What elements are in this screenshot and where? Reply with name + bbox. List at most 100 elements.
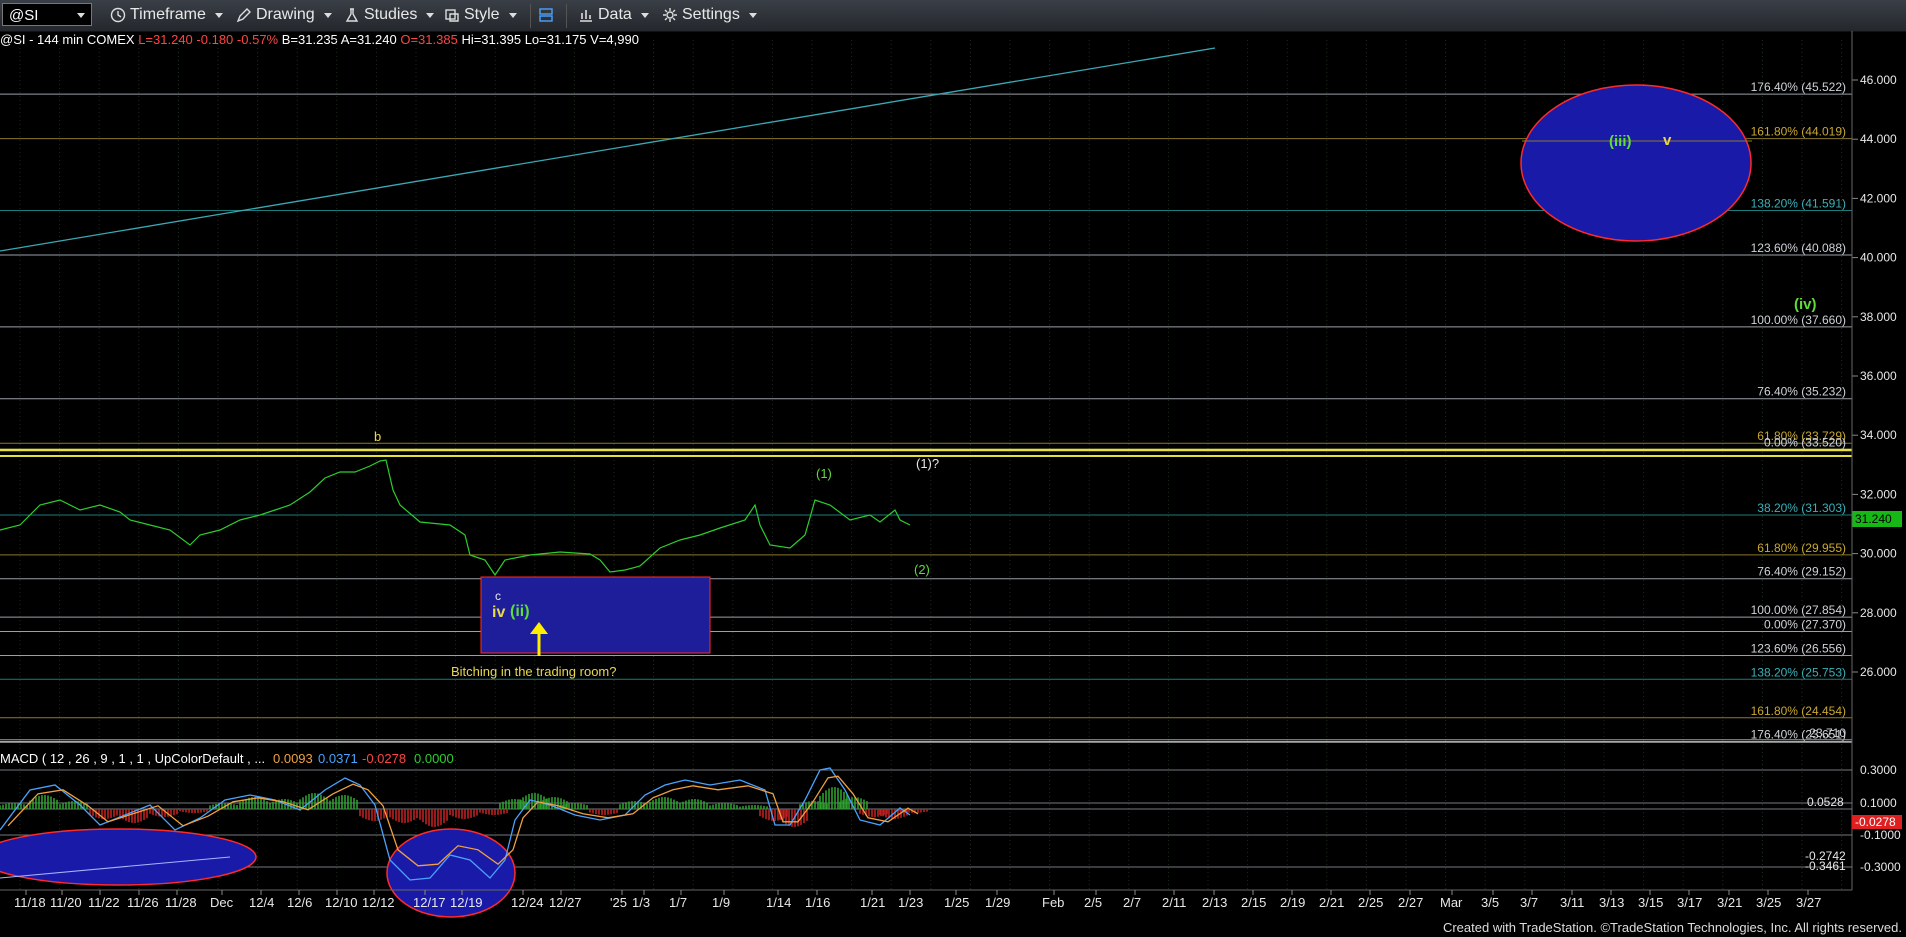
date-tick-label: 3/15 (1638, 895, 1663, 910)
date-tick-label: 1/9 (712, 895, 730, 910)
date-axis[interactable]: 11/18 11/20 11/22 11/26 11/28 Dec 12/4 12/6 12/1… (14, 890, 1821, 910)
price-tick-label: 46.000 (1860, 73, 1897, 87)
macd-ellipse-1[interactable] (0, 828, 257, 886)
last-price-tag: 31.240 (1855, 512, 1892, 526)
chevron-down-icon (426, 12, 435, 18)
wave-label-2: (2) (914, 562, 930, 577)
date-tick-label: 3/11 (1560, 895, 1584, 910)
date-tick-label: Mar (1440, 895, 1463, 910)
fib-label: 161.80% (24.454) (1751, 704, 1846, 718)
settings-menu[interactable]: Settings (662, 5, 757, 25)
symbol-input[interactable]: @SI (2, 3, 92, 26)
macd-legend: MACD ( 12 , 26 , 9 , 1 , 1 , UpColorDefa… (0, 751, 454, 766)
date-tick-label: 2/27 (1398, 895, 1423, 910)
price-tick-label: 30.000 (1860, 547, 1897, 561)
macd-line (0, 767, 911, 881)
fib-label: 176.40% (45.522) (1751, 80, 1846, 94)
fib-label: 123.60% (40.088) (1751, 241, 1846, 255)
macd-tick-label: -0.1000 (1860, 828, 1901, 842)
macd-trendline[interactable] (0, 856, 231, 879)
date-tick-label: 2/5 (1084, 895, 1102, 910)
date-tick-label: 1/14 (766, 895, 791, 910)
trendline[interactable] (0, 47, 1216, 252)
date-tick-label: 3/21 (1717, 895, 1742, 910)
price-tick-label: 32.000 (1860, 487, 1897, 501)
price-tick-label: 26.000 (1860, 665, 1897, 679)
date-tick-label: 1/25 (944, 895, 969, 910)
macd-tag-bg (1852, 815, 1902, 829)
date-tick-label: 1/16 (805, 895, 830, 910)
macd-value-2: 0.0371 (318, 751, 358, 766)
data-menu[interactable]: Data (578, 5, 649, 25)
wave-label-iv: iv (492, 604, 505, 621)
footer-copyright: Created with TradeStation. ©TradeStation… (1442, 920, 1902, 935)
clock-icon (110, 7, 126, 23)
macd-ellipse-2[interactable] (386, 828, 516, 918)
date-tick-label: 3/5 (1481, 895, 1499, 910)
studies-label: Studies (364, 6, 418, 23)
pct-change: -0.57% (236, 32, 279, 47)
wave-label-1q: (1)? (916, 456, 939, 471)
macd-tag-low2: -0.3461 (1805, 859, 1846, 873)
fib-label: 123.60% (26.556) (1751, 642, 1846, 656)
date-tick-label: 12/27 (549, 895, 582, 910)
last-price: L=31.240 (138, 32, 193, 47)
fib-label: 61.80% (29.955) (1757, 541, 1846, 555)
ask: A=31.240 (340, 32, 397, 47)
date-tick-label: 3/27 (1796, 895, 1821, 910)
wave-label-1: (1) (816, 466, 832, 481)
layout-button[interactable] (538, 5, 558, 25)
target-ellipse[interactable] (1520, 84, 1752, 242)
date-tick-label: 11/28 (165, 895, 197, 910)
drawing-label: Drawing (256, 6, 315, 23)
macd-value-1: 0.0093 (273, 751, 313, 766)
price-series (0, 459, 911, 577)
signal-line (7, 775, 919, 867)
fib-levels: 176.40% (45.522) 161.80% (44.019) 138.20% … (0, 80, 1852, 743)
chevron-down-icon[interactable] (77, 13, 85, 18)
wave-label-ii: (ii) (510, 603, 530, 620)
macd-grid (0, 769, 1852, 868)
style-menu[interactable]: Style (444, 5, 517, 25)
macd-axis[interactable]: 0.3000 0.1000 -0.1000 -0.3000 (1860, 763, 1901, 874)
date-tick-label: 3/7 (1520, 895, 1538, 910)
layout-icon (539, 8, 553, 22)
fib-label: 100.00% (27.854) (1751, 603, 1846, 617)
price-tick-label: 42.000 (1860, 191, 1897, 205)
macd-histogram (0, 787, 928, 827)
toolbar: @SI Timeframe Drawing Studies Style Data… (0, 0, 1906, 32)
date-tick-label: 12/24 (511, 895, 544, 910)
support-box[interactable] (480, 576, 711, 654)
macd-legend-text: MACD ( 12 , 26 , 9 , 1 , 1 , UpColorDefa… (0, 751, 265, 766)
net-change: -0.180 (196, 32, 234, 47)
timeframe-menu[interactable]: Timeframe (110, 5, 223, 25)
chevron-down-icon (214, 12, 223, 18)
chart-title: @SI - 144 min (0, 32, 84, 47)
bid: B=31.235 (281, 32, 338, 47)
volume: V=4,990 (590, 32, 639, 47)
date-tick-label: 12/19 (450, 895, 483, 910)
chevron-down-icon (640, 12, 649, 18)
studies-menu[interactable]: Studies (344, 5, 435, 25)
price-chart[interactable]: 176.40% (45.522) 161.80% (44.019) 138.20% … (0, 0, 1906, 937)
wave-label-b: b (374, 429, 381, 444)
annotation-comment: Bitching in the trading room? (451, 664, 616, 679)
drawing-menu[interactable]: Drawing (236, 5, 332, 25)
bar-chart-icon (580, 10, 592, 22)
price-axis[interactable]: 46.000 44.000 42.000 40.000 38.000 36.000 34.0… (1852, 73, 1897, 679)
up-arrow-icon (530, 622, 548, 656)
quote-line: @SI - 144 min COMEX L=31.240 -0.180 -0.5… (0, 32, 639, 47)
toolbar-divider (566, 4, 567, 28)
fib-label: 23.710 (1809, 726, 1846, 740)
date-tick-label: 2/11 (1162, 895, 1186, 910)
wave-label-c: c (495, 589, 501, 603)
date-tick-label: 2/13 (1202, 895, 1227, 910)
date-tick-label: Feb (1042, 895, 1064, 910)
date-tick-label: 12/6 (287, 895, 312, 910)
wave-label-iii: (iii) (1609, 133, 1632, 150)
macd-value-3: -0.0278 (362, 751, 406, 766)
chart-grid (19, 40, 1843, 890)
settings-label: Settings (682, 6, 740, 23)
date-tick-label: 1/7 (669, 895, 687, 910)
price-tick-label: 40.000 (1860, 251, 1897, 265)
